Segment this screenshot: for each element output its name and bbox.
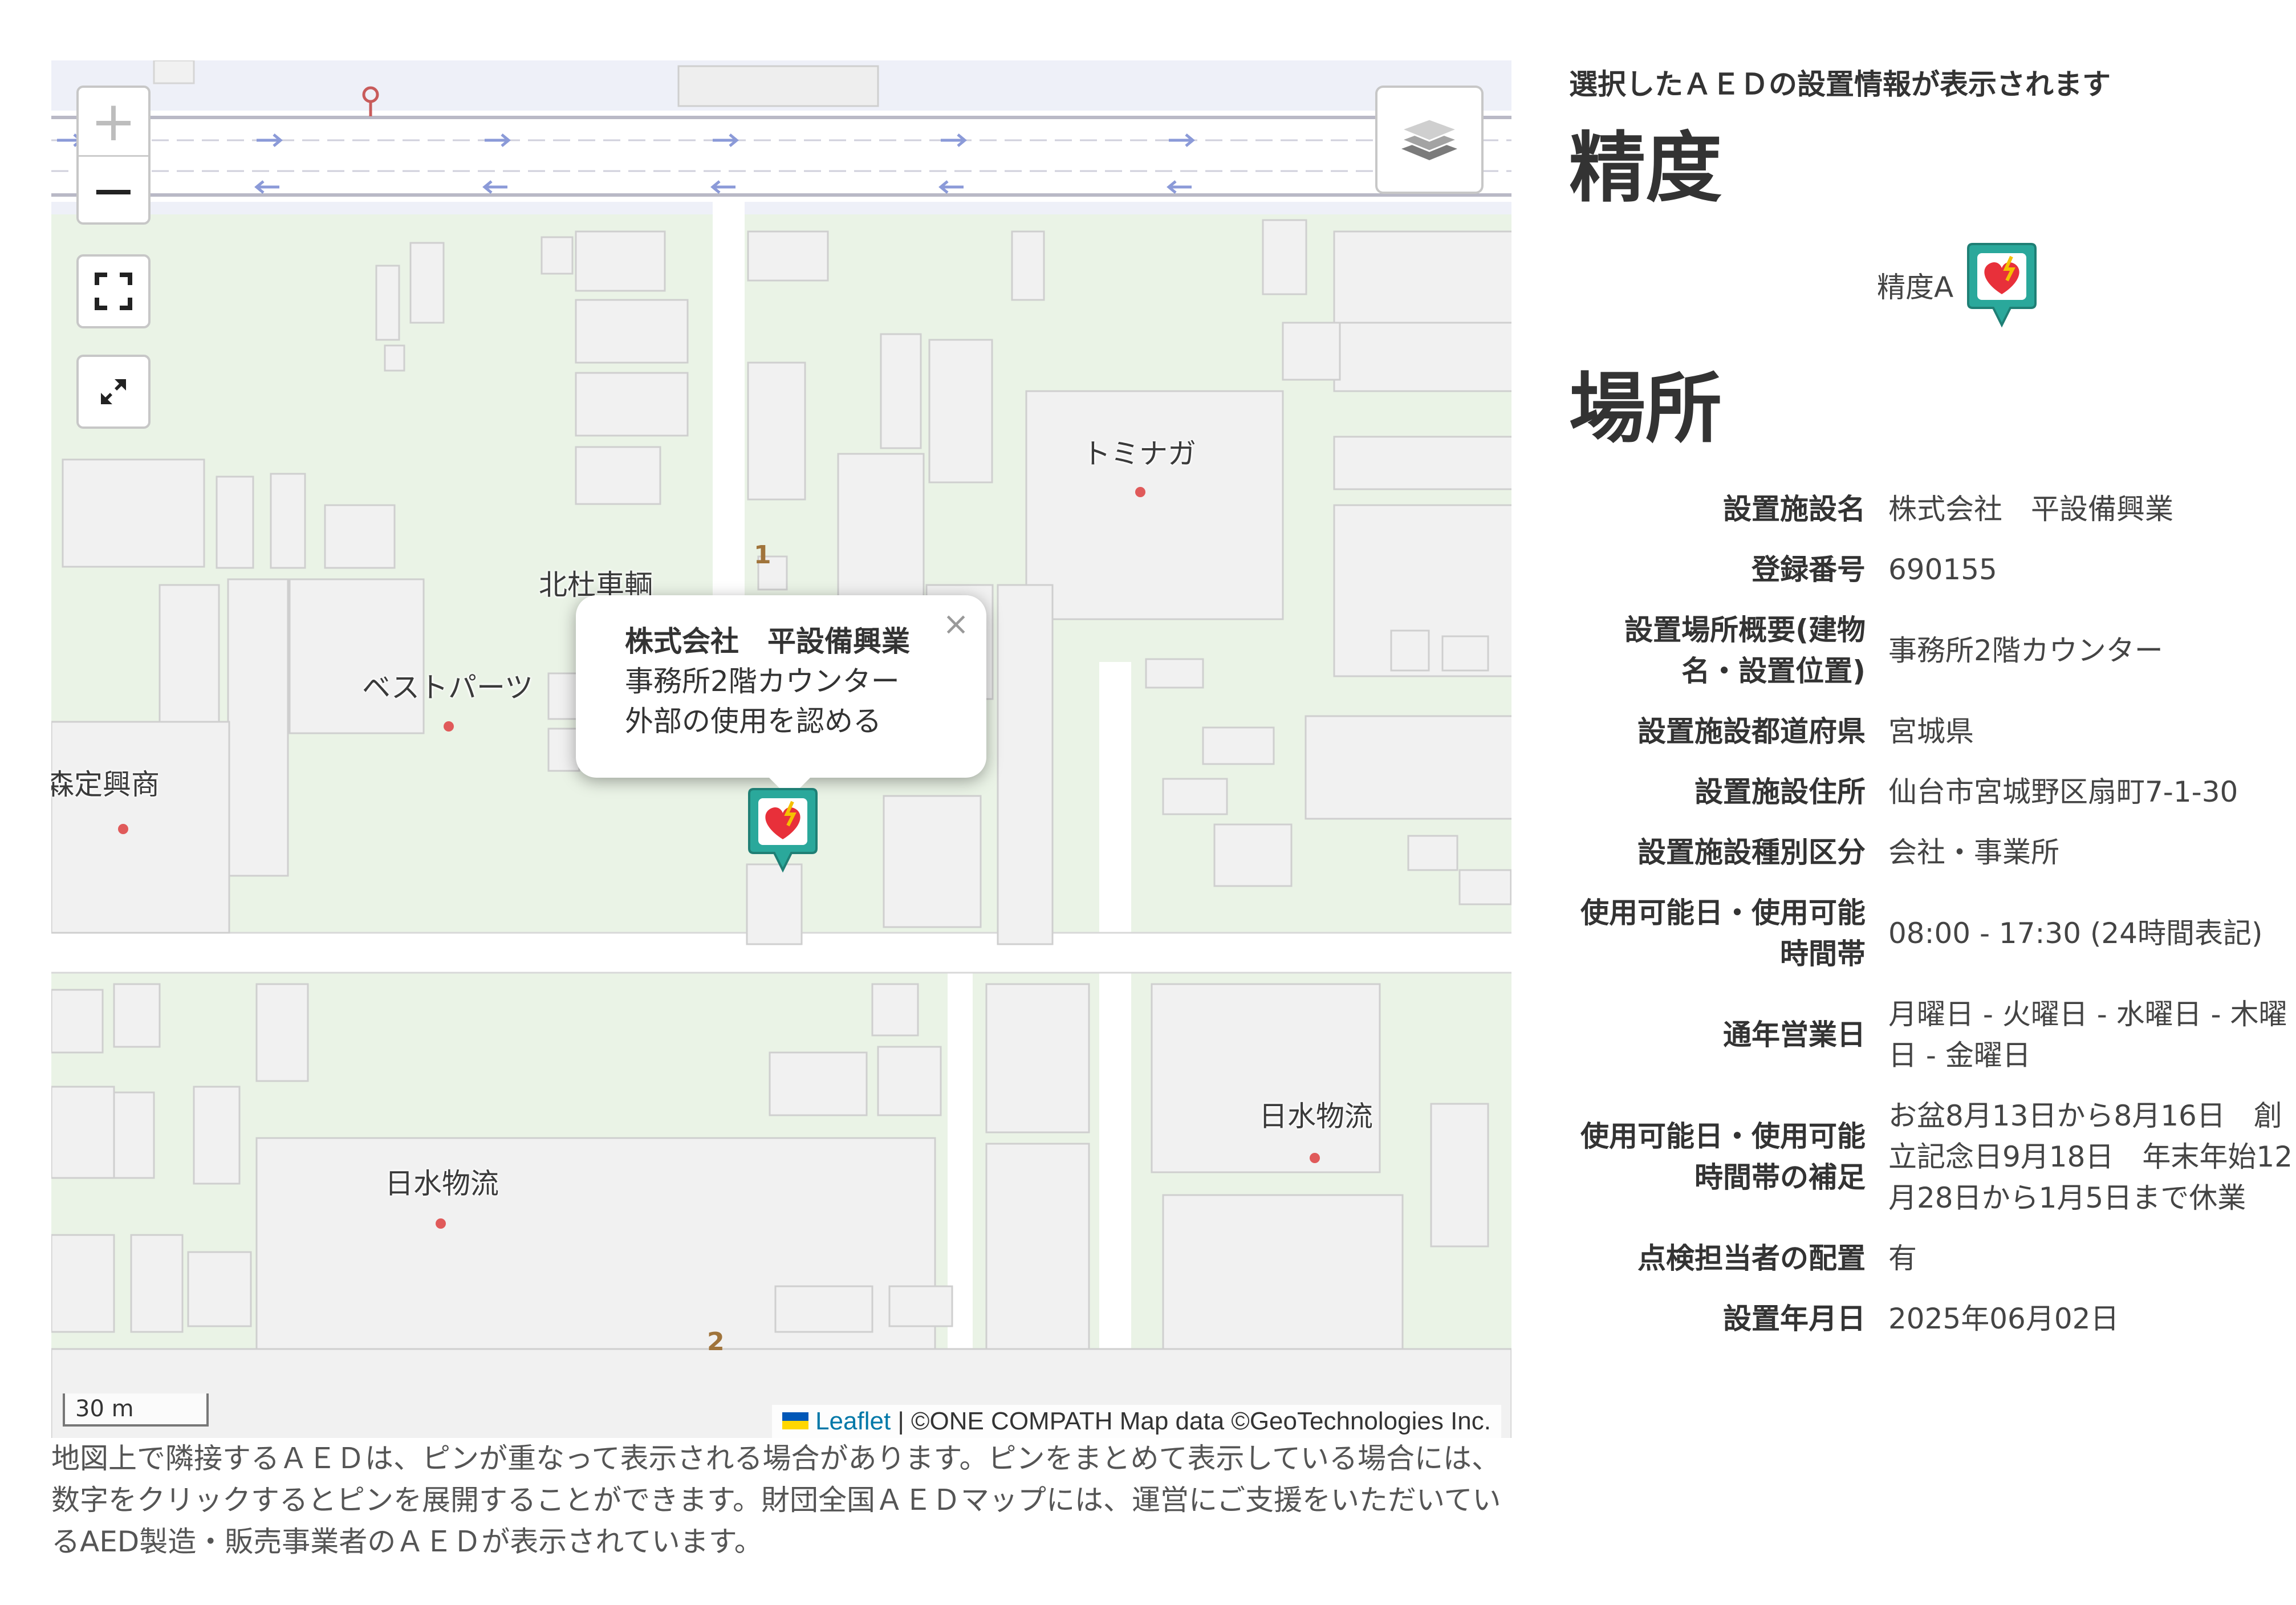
table-row: 登録番号 690155: [1569, 539, 2296, 600]
row-value: お盆8月13日から8月16日 創立記念日9月18日 年末年始12月28日から1月…: [1888, 1099, 2293, 1214]
popup-close-button[interactable]: ×: [942, 606, 969, 643]
accuracy-label: 精度A: [1877, 271, 1954, 304]
map-attribution: Leaflet | ©ONE COMPATH Map data ©GeoTech…: [772, 1405, 1501, 1438]
table-row: 設置施設都道府県 宮城県: [1569, 701, 2296, 762]
row-label: 点検担当者の配置: [1637, 1242, 1866, 1275]
row-label: 使用可能日・使用可能時間帯の補足: [1580, 1120, 1866, 1194]
panel-intro: 選択したＡＥＤの設置情報が表示されます: [1569, 68, 2111, 101]
zoom-in-button[interactable]: +: [79, 88, 148, 155]
table-row: 使用可能日・使用可能時間帯の補足 お盆8月13日から8月16日 創立記念日9月18…: [1569, 1086, 2296, 1228]
table-row: 点検担当者の配置有: [1569, 1228, 2296, 1289]
map-label-nissui-left: 日水物流: [385, 1167, 499, 1200]
map-caption: 地図上で隣接するＡＥＤは、ピンが重なって表示される場合があります。ピンをまとめて…: [51, 1442, 1501, 1558]
leaflet-link[interactable]: Leaflet: [815, 1407, 891, 1435]
map-label-morisada: 森定興商: [51, 768, 160, 801]
row-label: 登録番号: [1752, 553, 1866, 586]
map-label-tominaga: トミナガ: [1082, 437, 1196, 470]
aed-info-table: 設置施設名 株式会社 平設備興業 登録番号 690155 設置場所概要(建物名・設置…: [1569, 479, 2296, 1349]
cluster-number[interactable]: 1: [754, 541, 771, 570]
popup-location: 事務所2階カウンター: [625, 665, 900, 698]
row-value: 事務所2階カウンター: [1888, 634, 2163, 667]
expand-icon: [101, 379, 126, 404]
popup-note: 外部の使用を認める: [625, 705, 881, 738]
cluster-number[interactable]: 2: [707, 1327, 725, 1356]
aed-marker-icon[interactable]: [746, 785, 820, 876]
row-label: 設置施設住所: [1694, 775, 1866, 808]
layers-icon: [1399, 118, 1460, 160]
marker-popup: × 株式会社 平設備興業 事務所2階カウンター 外部の使用を認める: [576, 595, 986, 798]
table-row: 通年営業日 月曜日 - 火曜日 - 水曜日 - 木曜日 - 金曜日: [1569, 984, 2296, 1086]
aed-accuracy-icon: [1967, 243, 2037, 328]
table-row: 設置場所概要(建物名・設置位置) 事務所2階カウンター: [1569, 600, 2296, 701]
row-value: 株式会社 平設備興業: [1888, 493, 2173, 526]
poi-dot: [118, 824, 128, 834]
table-row: 設置施設住所 仙台市宮城野区扇町7-1-30: [1569, 762, 2296, 822]
map-label-best-parts: ベストパーツ: [362, 671, 533, 704]
row-label: 通年営業日: [1723, 1018, 1866, 1051]
row-value: 08:00 - 17:30 (24時間表記): [1888, 917, 2263, 950]
accuracy-row: 精度A: [1877, 239, 2039, 331]
table-row: 設置施設種別区分 会社・事業所: [1569, 822, 2296, 883]
fullscreen-button[interactable]: [76, 254, 151, 328]
row-value: 宮城県: [1888, 715, 1974, 748]
expand-map-button[interactable]: [76, 355, 151, 429]
attribution-text: | ©ONE COMPATH Map data ©GeoTechnologies…: [891, 1407, 1491, 1435]
table-row: 設置年月日 2025年06月02日: [1569, 1289, 2296, 1349]
row-value: 690155: [1888, 553, 1997, 586]
popup-title: 株式会社 平設備興業: [625, 625, 910, 658]
map-label-nissui-right: 日水物流: [1259, 1100, 1373, 1133]
row-value: 有: [1888, 1242, 1917, 1275]
poi-dot: [436, 1218, 446, 1229]
table-row: 設置施設名 株式会社 平設備興業: [1569, 479, 2296, 539]
zoom-out-button[interactable]: −: [79, 155, 148, 224]
row-value: 仙台市宮城野区扇町7-1-30: [1888, 775, 2238, 808]
accuracy-heading: 精度: [1569, 124, 1722, 213]
row-label: 設置年月日: [1723, 1302, 1866, 1335]
row-label: 使用可能日・使用可能時間帯: [1580, 896, 1866, 970]
row-value: 2025年06月02日: [1888, 1302, 2119, 1335]
row-label: 設置施設名: [1723, 493, 1866, 526]
poi-dot: [444, 721, 454, 732]
scale-bar: 30 m: [63, 1393, 209, 1427]
ukraine-flag-icon: [782, 1412, 809, 1430]
poi-dot: [1310, 1153, 1320, 1163]
map[interactable]: トミナガ 北杜車輌 ベストパーツ 森定興商 日水物流 日水物流 1 2 + −: [51, 60, 1511, 1438]
fullscreen-icon: [95, 273, 132, 310]
row-value: 会社・事業所: [1888, 836, 2059, 869]
table-row: 使用可能日・使用可能時間帯 08:00 - 17:30 (24時間表記): [1569, 883, 2296, 984]
row-label: 設置施設都道府県: [1637, 715, 1866, 748]
layers-button[interactable]: [1375, 86, 1484, 194]
row-label: 設置施設種別区分: [1637, 836, 1866, 869]
poi-dot: [1135, 487, 1145, 497]
row-label: 設置場所概要(建物名・設置位置): [1624, 613, 1866, 688]
row-value: 月曜日 - 火曜日 - 水曜日 - 木曜日 - 金曜日: [1888, 998, 2287, 1072]
zoom-control: + −: [76, 86, 151, 225]
location-heading: 場所: [1569, 364, 1722, 453]
